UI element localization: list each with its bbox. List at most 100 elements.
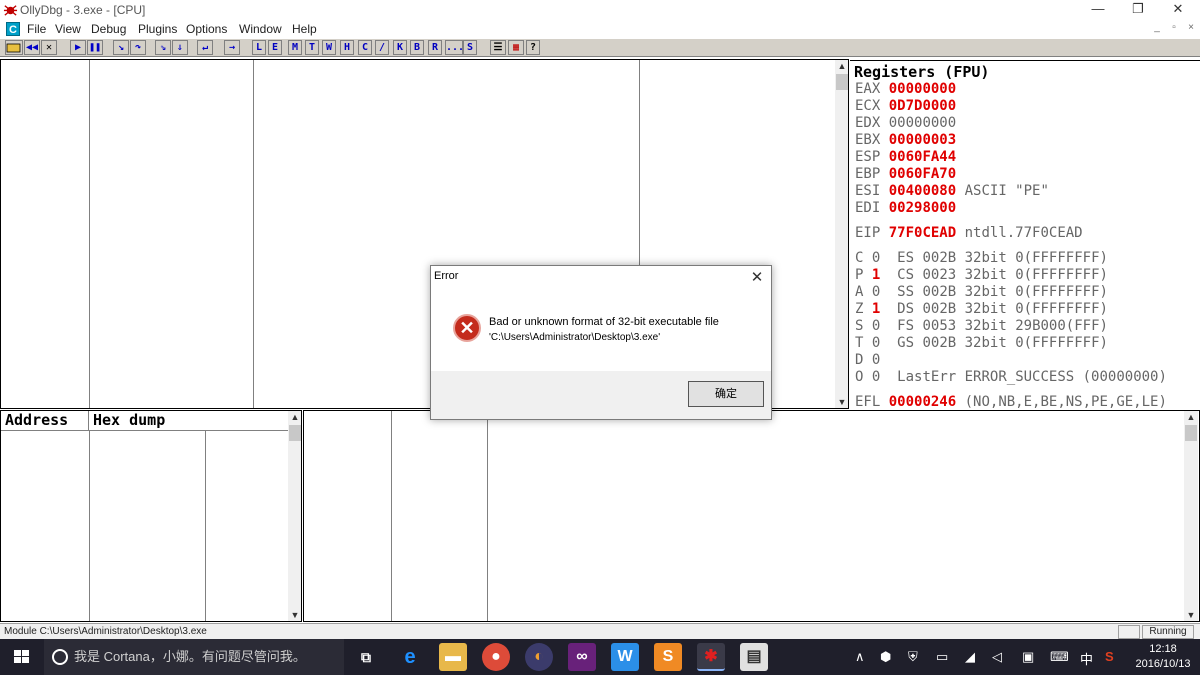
register-row-efl[interactable]: EFL 00000246 (NO,NB,E,BE,NS,PE,GE,LE) <box>855 394 1167 410</box>
breakpoints-window-button[interactable]: B <box>410 40 424 55</box>
show-hidden-icons-icon[interactable]: ∧ <box>855 649 865 665</box>
scroll-down-icon[interactable]: ▼ <box>835 396 848 408</box>
threads-window-button[interactable]: T <box>305 40 319 55</box>
register-row-eax[interactable]: EAX 00000000 <box>855 81 965 97</box>
handles-window-button[interactable]: H <box>340 40 354 55</box>
chrome-icon[interactable]: ● <box>482 643 510 671</box>
register-row-edi[interactable]: EDI 00298000 <box>855 200 965 216</box>
menu-view[interactable]: View <box>55 22 81 36</box>
menu-plugins[interactable]: Plugins <box>138 22 177 36</box>
scroll-thumb[interactable] <box>289 425 301 441</box>
flag-row-d[interactable]: D 0 <box>855 352 897 368</box>
log-window-button[interactable]: L <box>252 40 266 55</box>
menu-options[interactable]: Options <box>186 22 227 36</box>
keyboard-icon[interactable]: ⌨ <box>1050 649 1069 665</box>
flag-row-z[interactable]: Z 1 DS 002B 32bit 0(FFFFFFFF) <box>855 301 1108 317</box>
file-explorer-icon[interactable]: ▬ <box>439 643 467 671</box>
tray-app-icon[interactable]: ⬢ <box>880 649 891 665</box>
scroll-down-icon[interactable]: ▼ <box>1184 609 1198 621</box>
network-icon[interactable]: ◢ <box>965 649 975 665</box>
restart-icon[interactable]: ◀◀ <box>24 40 40 55</box>
hex-dump-column-header[interactable]: Hex dump <box>89 411 289 431</box>
menu-file[interactable]: File <box>27 22 46 36</box>
wps-writer-icon[interactable]: W <box>611 643 639 671</box>
sogou-ime-icon[interactable]: S <box>1105 649 1114 664</box>
run-icon[interactable]: ▶ <box>70 40 86 55</box>
flag-row-s[interactable]: S 0 FS 0053 32bit 29B000(FFF) <box>855 318 1108 334</box>
memory-window-button[interactable]: M <box>288 40 302 55</box>
register-row-ebx[interactable]: EBX 00000003 <box>855 132 965 148</box>
scroll-up-icon[interactable]: ▲ <box>1184 411 1198 423</box>
app-window-icon[interactable]: ▤ <box>740 643 768 671</box>
dialog-close-button[interactable]: ✕ <box>749 268 765 286</box>
disassembly-scrollbar[interactable]: ▲ ▼ <box>835 60 848 408</box>
stack-scrollbar[interactable]: ▲ ▼ <box>1184 411 1198 621</box>
action-center-icon[interactable]: ▣ <box>1022 649 1034 665</box>
cpu-window-icon[interactable]: C <box>6 22 20 36</box>
windows-window-button[interactable]: W <box>322 40 336 55</box>
register-row-ecx[interactable]: ECX 0D7D0000 <box>855 98 965 114</box>
mdi-close-button[interactable]: × <box>1184 22 1198 33</box>
flag-row-p[interactable]: P 1 CS 0023 32bit 0(FFFFFFFF) <box>855 267 1108 283</box>
close-window-button[interactable]: ✕ <box>1158 0 1198 20</box>
register-row-ebp[interactable]: EBP 0060FA70 <box>855 166 965 182</box>
menu-window[interactable]: Window <box>239 22 282 36</box>
animate-into-icon[interactable]: ⇘ <box>155 40 171 55</box>
flag-row-c[interactable]: C 0 ES 002B 32bit 0(FFFFFFFF) <box>855 250 1108 266</box>
edge-browser-icon[interactable]: e <box>396 643 424 671</box>
ollydbg-taskbar-icon[interactable]: ✱ <box>697 643 725 671</box>
close-icon[interactable]: ✕ <box>41 40 57 55</box>
register-row-edx[interactable]: EDX 00000000 <box>855 115 965 131</box>
mdi-minimize-button[interactable]: _ <box>1150 22 1164 33</box>
battery-icon[interactable]: ▭ <box>936 649 948 665</box>
flag-row-a[interactable]: A 0 SS 002B 32bit 0(FFFFFFFF) <box>855 284 1108 300</box>
task-view-icon[interactable]: ⧉ <box>352 643 380 671</box>
run-trace-window-button[interactable]: ... <box>445 40 464 55</box>
defender-icon[interactable]: ⛨ <box>908 649 918 665</box>
call-stack-window-button[interactable]: K <box>393 40 407 55</box>
patches-window-button[interactable]: / <box>375 40 389 55</box>
address-column-header[interactable]: Address <box>1 411 89 431</box>
minimize-button[interactable]: — <box>1078 0 1118 20</box>
volume-icon[interactable]: ◁ <box>992 649 1002 665</box>
step-into-icon[interactable]: ↘ <box>113 40 129 55</box>
animate-over-icon[interactable]: ⇓ <box>172 40 188 55</box>
ok-button[interactable]: 确定 <box>688 381 764 407</box>
scroll-up-icon[interactable]: ▲ <box>835 60 848 72</box>
go-to-icon[interactable]: → <box>224 40 240 55</box>
sublime-icon[interactable]: S <box>654 643 682 671</box>
menu-debug[interactable]: Debug <box>91 22 126 36</box>
modules-window-button[interactable]: E <box>268 40 282 55</box>
menu-help[interactable]: Help <box>292 22 317 36</box>
ime-indicator[interactable]: 中 <box>1080 649 1093 668</box>
appearance-icon[interactable]: ☰ <box>490 40 506 55</box>
eclipse-icon[interactable]: ◐ <box>525 643 553 671</box>
step-over-icon[interactable]: ↷ <box>130 40 146 55</box>
flag-row-o[interactable]: O 0 LastErr ERROR_SUCCESS (00000000) <box>855 369 1167 385</box>
visual-studio-icon[interactable]: ∞ <box>568 643 596 671</box>
start-button[interactable] <box>0 639 44 675</box>
registers-pane[interactable]: Registers (FPU) EAX 00000000 ECX 0D7D000… <box>850 60 1200 410</box>
execute-till-return-icon[interactable]: ↵ <box>197 40 213 55</box>
taskbar-clock[interactable]: 12:18 2016/10/13 <box>1130 642 1196 672</box>
register-row-esi[interactable]: ESI 00400080 ASCII "PE" <box>855 183 1049 199</box>
pause-icon[interactable]: ❚❚ <box>87 40 103 55</box>
dump-pane[interactable]: Address Hex dump ▲ ▼ <box>0 410 302 622</box>
help-button[interactable]: ? <box>526 40 540 55</box>
source-window-button[interactable]: S <box>463 40 477 55</box>
flag-row-t[interactable]: T 0 GS 002B 32bit 0(FFFFFFFF) <box>855 335 1108 351</box>
register-row-esp[interactable]: ESP 0060FA44 <box>855 149 965 165</box>
scroll-up-icon[interactable]: ▲ <box>288 411 301 423</box>
stack-pane[interactable]: ▲ ▼ <box>303 410 1200 622</box>
register-row-eip[interactable]: EIP 77F0CEAD ntdll.77F0CEAD <box>855 225 1083 241</box>
scroll-down-icon[interactable]: ▼ <box>288 609 301 621</box>
cpu-window-button[interactable]: C <box>358 40 372 55</box>
references-window-button[interactable]: R <box>428 40 442 55</box>
restore-button[interactable]: ❐ <box>1118 0 1158 20</box>
dump-scrollbar[interactable]: ▲ ▼ <box>288 411 301 621</box>
options-icon[interactable]: ▦ <box>508 40 524 55</box>
scroll-thumb[interactable] <box>836 74 848 90</box>
mdi-restore-button[interactable]: ▫ <box>1167 22 1181 33</box>
scroll-thumb[interactable] <box>1185 425 1197 441</box>
open-icon[interactable] <box>5 40 23 55</box>
